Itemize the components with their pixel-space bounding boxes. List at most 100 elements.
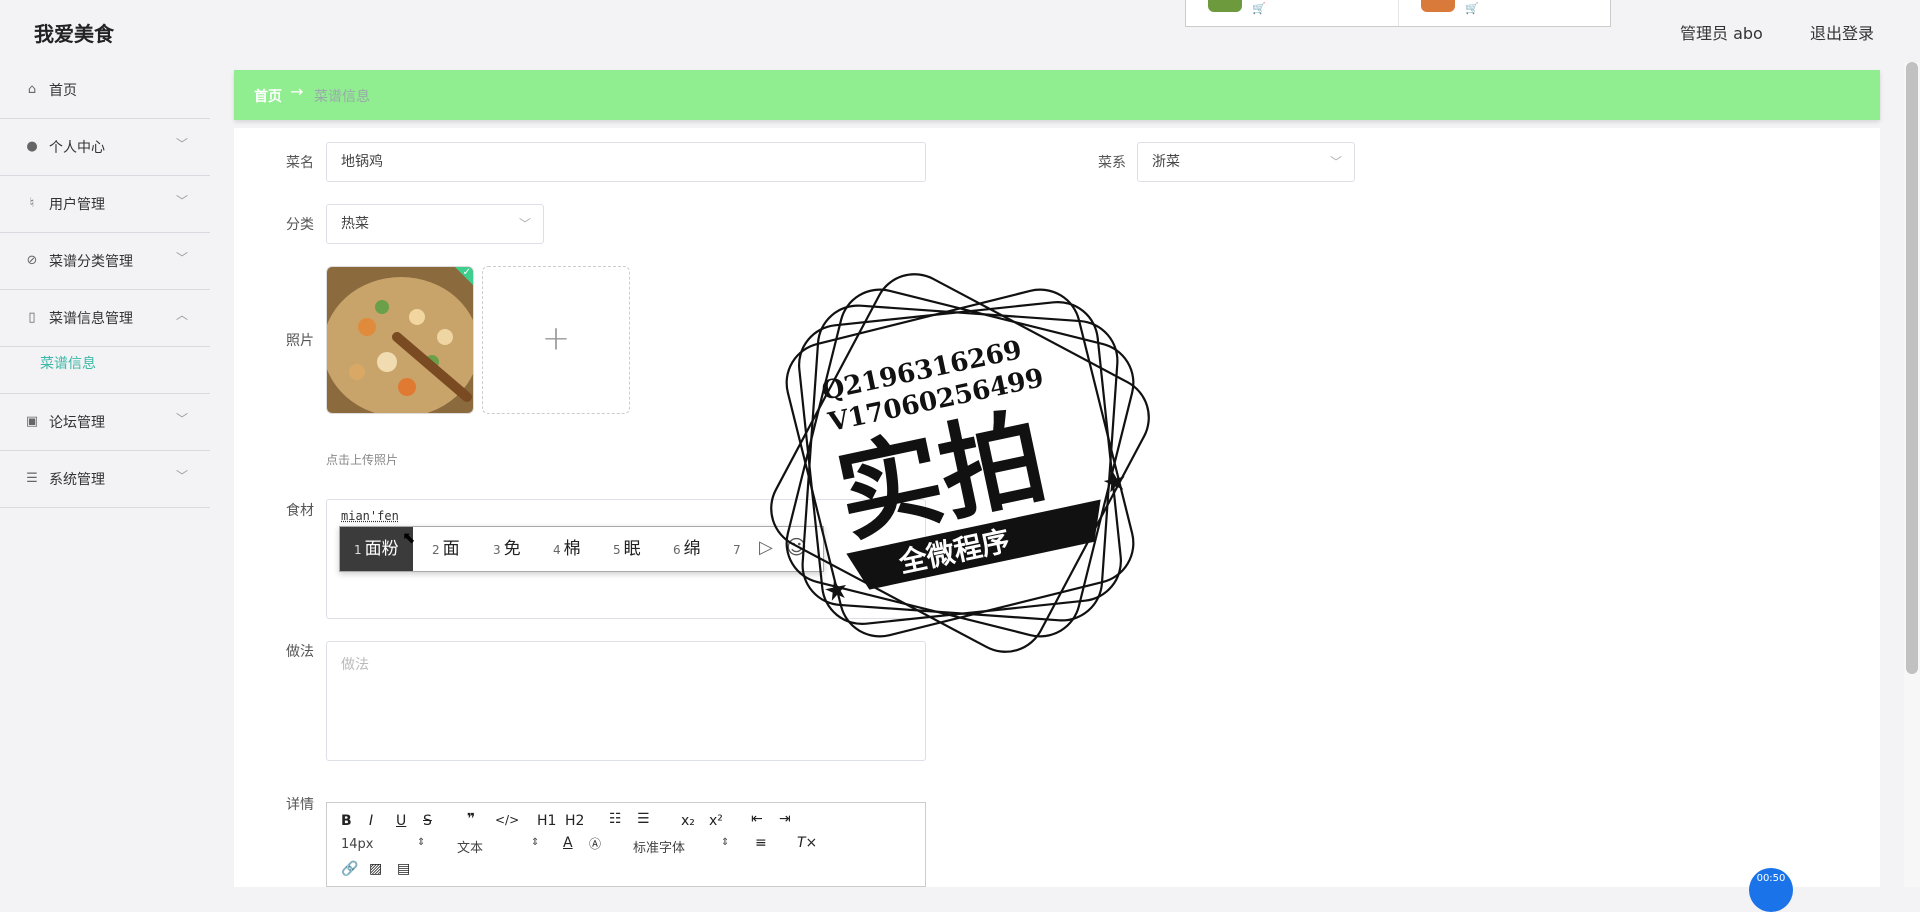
cuisine-select-value: 浙菜 [1152,154,1180,170]
font-size-select[interactable]: 14px [341,837,374,852]
underline-button[interactable]: U [396,813,406,829]
link-icon[interactable]: 🔗 [341,861,358,877]
sidebar-item-recipe-info[interactable]: ▯ 菜谱信息管理 ︿ [0,290,210,347]
italic-button[interactable]: I [369,813,373,829]
chevron-down-icon: ﹀ [176,192,188,209]
sidebar-item-label: 菜谱分类管理 [49,251,133,271]
star-icon: ★ [821,571,852,608]
ime-candidate[interactable]: 3免 [493,527,521,571]
updown-icon: ⇕ [417,837,425,848]
category-label: 分类 [234,214,314,234]
watermark-stamp: Q2196316269 V17060256499 实拍 全微程序 ★ ★ [750,253,1170,673]
method-placeholder: 做法 [341,654,369,674]
ime-candidate[interactable]: 4棉 [553,527,581,571]
mouse-cursor-icon: ⬉ [402,528,415,547]
name-label: 菜名 [234,152,314,172]
microphone-icon: ♮ [24,196,40,212]
app-title: 我爱美食 [34,18,114,47]
chevron-down-icon: ﹀ [176,467,188,484]
photo-upload-button[interactable]: + [482,266,630,414]
name-input[interactable]: 地锅鸡 [326,142,926,182]
bg-color-icon[interactable]: Ⓐ [589,835,601,852]
h1-button[interactable]: H1 [537,813,556,829]
sidebar-item-label: 首页 [49,80,77,100]
sidebar-item-personal-center[interactable]: ● 个人中心 ﹀ [0,119,210,176]
plus-icon: + [542,318,571,358]
detail-label: 详情 [234,794,314,814]
sidebar: ⌂ 首页 ● 个人中心 ﹀ ♮ 用户管理 ﹀ ⊘ 菜谱分类管理 ﹀ ▯ 菜谱信息… [0,62,210,887]
food-thumbnail [1208,0,1242,12]
align-icon[interactable]: ≡ [755,835,767,851]
cuisine-select[interactable]: 浙菜 ﹀ [1137,142,1355,182]
ingredients-label: 食材 [234,500,314,520]
sidebar-item-user-management[interactable]: ♮ 用户管理 ﹀ [0,176,210,233]
cuisine-label: 菜系 [1046,152,1126,172]
video-icon[interactable]: ▤ [397,861,410,877]
chevron-down-icon: ﹀ [176,135,188,152]
ime-candidate[interactable]: 2面 [432,527,460,571]
clear-format-icon[interactable]: T× [797,835,817,851]
cart-icon: 🛒 [1252,2,1266,15]
sidebar-item-label: 菜谱信息管理 [49,308,133,328]
bell-off-icon: ⊘ [24,253,40,269]
superscript-icon[interactable]: x² [709,813,723,829]
subscript-icon[interactable]: x₂ [681,813,695,829]
category-select[interactable]: 热菜 ﹀ [326,204,544,244]
chevron-down-icon: ﹀ [519,205,531,243]
ime-candidate[interactable]: 5眠 [613,527,641,571]
indent-icon[interactable]: ⇥ [779,811,791,827]
text-type-select[interactable]: 文本 [457,837,483,856]
image-icon[interactable]: ▨ [369,861,382,877]
top-bar: 我爱美食 🛒 🛒 管理员 abo 退出登录 [0,0,1920,62]
dropdown-cell[interactable]: 🛒 [1186,0,1398,26]
outdent-icon[interactable]: ⇤ [751,811,763,827]
code-icon[interactable]: </> [495,813,519,827]
quote-icon[interactable]: ❞ [467,811,475,827]
font-family-select[interactable]: 标准字体 [633,837,685,856]
strike-button[interactable]: S [423,813,432,829]
bullet-list-icon[interactable]: ☰ [637,811,650,827]
sidebar-item-recipe-category[interactable]: ⊘ 菜谱分类管理 ﹀ [0,233,210,290]
category-select-value: 热菜 [341,216,369,232]
food-thumbnail [1421,0,1455,12]
sidebar-item-label: 用户管理 [49,194,105,214]
breadcrumb-home-link[interactable]: 首页 [254,86,282,106]
cart-icon: 🛒 [1465,2,1479,15]
ime-candidate[interactable]: 6绵 [673,527,701,571]
sidebar-item-label: 个人中心 [49,137,105,157]
breadcrumb-arrow-icon: → [290,82,303,101]
home-icon: ⌂ [24,82,40,98]
sidebar-item-forum[interactable]: ▣ 论坛管理 ﹀ [0,394,210,451]
h2-button[interactable]: H2 [565,813,584,829]
sidebar-item-label: 论坛管理 [49,412,105,432]
photo-label: 照片 [234,330,314,350]
ime-composition-text: mian'fen [341,509,399,523]
chevron-down-icon: ﹀ [1330,143,1342,181]
breadcrumb: 首页 → 菜谱信息 [234,70,1880,120]
sidebar-item-label: 系统管理 [49,469,105,489]
logout-button[interactable]: 退出登录 [1810,20,1874,44]
sidebar-item-home[interactable]: ⌂ 首页 [0,62,210,119]
chart-icon: ▣ [24,414,40,430]
upload-hint: 点击上传照片 [326,451,398,468]
updown-icon: ⇕ [531,837,539,848]
ordered-list-icon[interactable]: ☷ [609,811,622,827]
chevron-up-icon: ︿ [176,306,188,323]
sidebar-item-system[interactable]: ☰ 系统管理 ﹀ [0,451,210,508]
bold-button[interactable]: B [341,813,352,829]
page-scrollbar-thumb[interactable] [1906,62,1918,674]
method-label: 做法 [234,641,314,661]
user-icon: ● [24,139,40,155]
list-icon: ☰ [24,471,40,487]
dish-image [327,267,474,414]
check-icon: ✓ [463,267,471,278]
updown-icon: ⇕ [721,837,729,848]
sidebar-subitem-recipe-info[interactable]: 菜谱信息 [0,347,210,394]
uploaded-photo[interactable]: ✓ [326,266,474,414]
font-color-icon[interactable]: A [563,835,573,851]
timer-badge[interactable]: 00:50 [1749,868,1793,912]
sidebar-subitem-label: 菜谱信息 [40,353,96,373]
breadcrumb-current: 菜谱信息 [314,86,370,106]
dropdown-cell[interactable]: 🛒 [1398,0,1611,26]
chevron-down-icon: ﹀ [176,249,188,266]
